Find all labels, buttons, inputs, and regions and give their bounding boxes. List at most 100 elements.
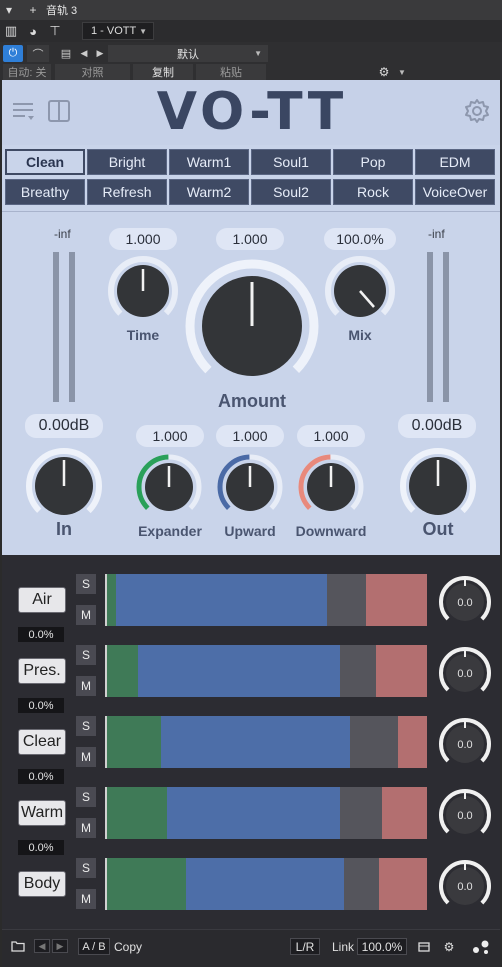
share-icon[interactable] xyxy=(470,937,492,956)
ab-button[interactable]: A / B xyxy=(78,938,110,955)
sidechain-icon[interactable]: ⌒ xyxy=(27,45,49,62)
out-value[interactable]: 0.00dB xyxy=(398,414,476,438)
upward-segment xyxy=(138,645,341,697)
amount-value[interactable]: 1.000 xyxy=(216,228,284,250)
preset-button-clean[interactable]: Clean xyxy=(5,149,85,175)
band-meter xyxy=(106,716,427,768)
band-percent: 0.0% xyxy=(18,627,64,642)
host-titlebar: ▾ + 音轨 3 xyxy=(0,0,502,20)
downward-knob[interactable] xyxy=(296,452,366,522)
preset-button-pop[interactable]: Pop xyxy=(333,149,413,175)
in-knob[interactable] xyxy=(24,446,104,526)
preset-button-rock[interactable]: Rock xyxy=(333,179,413,205)
screen-icon[interactable] xyxy=(416,938,432,955)
preset-select[interactable]: 默认 ▼ xyxy=(108,45,268,62)
band-gain-value: 0.0 xyxy=(457,739,473,751)
in-meter-label: -inf xyxy=(54,227,71,241)
compare-button[interactable]: 对照 xyxy=(55,64,130,80)
downward-segment xyxy=(398,716,427,768)
preset-button-breathy[interactable]: Breathy xyxy=(5,179,85,205)
band-gain-value: 0.0 xyxy=(457,668,473,680)
copy-button[interactable]: 复制 xyxy=(133,64,193,80)
band-button-air[interactable]: Air xyxy=(18,587,66,613)
amount-knob[interactable] xyxy=(184,258,320,394)
preset-button-bright[interactable]: Bright xyxy=(87,149,167,175)
preset-button-warm1[interactable]: Warm1 xyxy=(169,149,249,175)
power-icon[interactable]: ⏻ xyxy=(3,45,23,62)
preset-button-refresh[interactable]: Refresh xyxy=(87,179,167,205)
band-button-pres[interactable]: Pres. xyxy=(18,658,66,684)
link-value[interactable]: 100.0% xyxy=(357,938,407,955)
folder-icon[interactable] xyxy=(10,938,26,954)
preset-button-edm[interactable]: EDM xyxy=(415,149,495,175)
rack-icon[interactable]: ▥ xyxy=(0,20,22,42)
expander-segment xyxy=(106,858,187,910)
time-value[interactable]: 1.000 xyxy=(109,228,177,250)
preset-button-voiceover[interactable]: VoiceOver xyxy=(415,179,495,205)
plugin-slot-select[interactable]: 1 - VOTT ▼ xyxy=(82,22,154,40)
time-knob[interactable] xyxy=(106,254,180,328)
solo-button[interactable]: S xyxy=(76,716,96,736)
band-button-body[interactable]: Body xyxy=(18,871,66,897)
expander-value[interactable]: 1.000 xyxy=(136,425,204,447)
upward-segment xyxy=(186,858,344,910)
undo-icon[interactable]: ◀ xyxy=(34,939,50,953)
band-button-warm[interactable]: Warm xyxy=(18,800,66,826)
next-preset-icon[interactable]: ▶ xyxy=(93,45,107,62)
auto-off-button[interactable]: 自动: 关 xyxy=(3,64,51,80)
redo-icon[interactable]: ▶ xyxy=(52,939,68,953)
in-meter-right xyxy=(69,252,75,402)
out-knob[interactable] xyxy=(398,446,478,526)
divider xyxy=(2,211,500,212)
split-view-icon[interactable] xyxy=(47,99,71,123)
downward-value[interactable]: 1.000 xyxy=(297,425,365,447)
chevron-down-icon[interactable]: ▼ xyxy=(396,64,408,80)
menu-caret-icon[interactable]: ▾ xyxy=(0,0,18,20)
neutral-segment xyxy=(343,858,379,910)
track-title: 音轨 3 xyxy=(46,5,78,17)
chevron-down-icon: ▼ xyxy=(139,27,147,36)
settings-icon[interactable] xyxy=(463,97,491,125)
paste-button[interactable]: 粘贴 xyxy=(196,64,266,80)
mix-knob[interactable] xyxy=(323,254,397,328)
prev-preset-icon[interactable]: ◀ xyxy=(77,45,91,62)
band-meter-edge xyxy=(105,858,107,910)
amount-label: Amount xyxy=(218,391,286,411)
mix-label: Mix xyxy=(348,327,372,343)
preset-button-warm2[interactable]: Warm2 xyxy=(169,179,249,205)
band-meter-edge xyxy=(105,716,107,768)
downward-segment xyxy=(375,645,427,697)
neutral-segment xyxy=(340,787,383,839)
in-value[interactable]: 0.00dB xyxy=(25,414,103,438)
solo-button[interactable]: S xyxy=(76,645,96,665)
solo-button[interactable]: S xyxy=(76,574,96,594)
dial-icon[interactable]: ◕ xyxy=(22,20,44,42)
upward-knob[interactable] xyxy=(215,452,285,522)
routing-icon[interactable]: ⊤ xyxy=(44,20,66,42)
band-percent: 0.0% xyxy=(18,769,64,784)
upward-value[interactable]: 1.000 xyxy=(216,425,284,447)
gear-icon[interactable]: ⚙ xyxy=(441,938,457,955)
downward-label: Downward xyxy=(295,523,367,539)
band-meter xyxy=(106,858,427,910)
mute-button[interactable]: M xyxy=(76,747,96,767)
solo-button[interactable]: S xyxy=(76,858,96,878)
clipboard-icon[interactable]: ▤ xyxy=(57,45,75,62)
plugin-slot-label: 1 - VOTT xyxy=(91,25,137,37)
band-meter xyxy=(106,645,427,697)
mute-button[interactable]: M xyxy=(76,605,96,625)
mute-button[interactable]: M xyxy=(76,889,96,909)
band-button-clear[interactable]: Clear xyxy=(18,729,66,755)
add-icon[interactable]: + xyxy=(24,0,42,20)
expander-knob[interactable] xyxy=(134,452,204,522)
gear-icon[interactable]: ⚙ xyxy=(376,64,392,80)
preset-button-soul1[interactable]: Soul1 xyxy=(251,149,331,175)
mix-value[interactable]: 100.0% xyxy=(324,228,396,250)
solo-button[interactable]: S xyxy=(76,787,96,807)
mute-button[interactable]: M xyxy=(76,676,96,696)
mute-button[interactable]: M xyxy=(76,818,96,838)
menu-icon[interactable] xyxy=(12,100,36,122)
preset-button-soul2[interactable]: Soul2 xyxy=(251,179,331,205)
copy-ab-button[interactable]: Copy xyxy=(111,938,145,955)
lr-button[interactable]: L/R xyxy=(290,938,320,955)
